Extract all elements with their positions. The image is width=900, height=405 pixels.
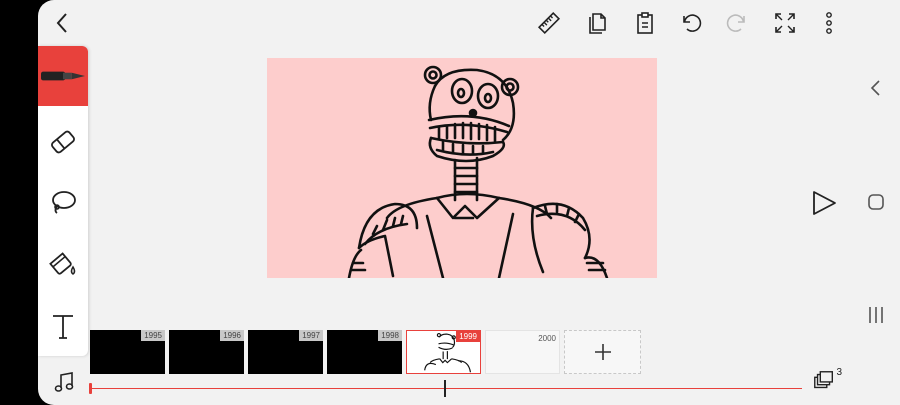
nav-recents-button[interactable]	[864, 303, 888, 327]
tool-rail	[38, 46, 88, 356]
frame-thumbnail-current[interactable]: 1999	[406, 330, 481, 374]
nav-home-button[interactable]	[864, 190, 888, 214]
text-tool-icon	[53, 315, 73, 339]
system-navigation-bar	[852, 0, 900, 405]
nav-home-icon	[868, 194, 884, 210]
redo-icon	[726, 14, 745, 32]
robot-drawing	[347, 65, 609, 278]
paste-icon	[637, 12, 653, 34]
plus-icon	[594, 344, 611, 360]
frame-number: 1995	[141, 330, 165, 341]
drawing-canvas[interactable]	[267, 58, 657, 278]
paste-button[interactable]	[628, 6, 662, 40]
nav-back-icon	[870, 80, 880, 96]
music-button[interactable]	[52, 370, 76, 394]
layers-icon	[814, 371, 833, 389]
fullscreen-button[interactable]	[768, 6, 802, 40]
play-icon	[813, 191, 836, 215]
fill-bucket-icon	[49, 252, 76, 275]
back-chevron-icon	[56, 13, 67, 33]
frame-thumbnail[interactable]: 2000	[485, 330, 560, 374]
add-frame-button[interactable]	[564, 330, 641, 374]
frame-number: 2000	[538, 334, 556, 343]
lasso-icon	[52, 191, 76, 214]
frame-thumbnail[interactable]: 1996	[169, 330, 244, 374]
ruler-button[interactable]	[532, 6, 566, 40]
timeline-track[interactable]	[90, 388, 802, 389]
more-vert-icon	[826, 12, 832, 34]
eraser-tool[interactable]	[38, 112, 88, 172]
layer-count: 3	[836, 367, 842, 378]
frame-thumbnail[interactable]: 1997	[248, 330, 323, 374]
undo-button[interactable]	[674, 6, 708, 40]
copy-button[interactable]	[580, 6, 614, 40]
play-button[interactable]	[810, 189, 838, 217]
timeline-start-handle[interactable]	[89, 383, 92, 394]
lasso-tool[interactable]	[38, 172, 88, 232]
nav-back-button[interactable]	[864, 76, 888, 100]
eraser-icon	[51, 130, 75, 154]
text-tool[interactable]	[38, 296, 88, 356]
frame-thumbnail[interactable]: 1995	[90, 330, 165, 374]
more-options-button[interactable]	[812, 6, 846, 40]
frame-number: 1996	[220, 330, 244, 341]
app-window: 1995 1996 1997 1998 1999 2000 3	[38, 0, 852, 405]
pen-tool[interactable]	[38, 46, 88, 106]
layers-button[interactable]: 3	[812, 367, 842, 395]
nav-recents-icon	[869, 307, 883, 323]
pen-icon	[41, 71, 85, 81]
back-button[interactable]	[46, 6, 80, 40]
fullscreen-icon	[775, 13, 795, 33]
frame-number: 1999	[456, 331, 480, 342]
frame-number: 1998	[378, 330, 402, 341]
copy-icon	[589, 13, 606, 34]
fill-tool[interactable]	[38, 234, 88, 294]
redo-button[interactable]	[720, 6, 754, 40]
ruler-icon	[537, 11, 561, 35]
undo-icon	[683, 14, 702, 32]
frame-number: 1997	[299, 330, 323, 341]
frame-thumbnail[interactable]: 1998	[327, 330, 402, 374]
music-note-icon	[54, 372, 74, 392]
timeline-playhead[interactable]	[444, 380, 446, 397]
